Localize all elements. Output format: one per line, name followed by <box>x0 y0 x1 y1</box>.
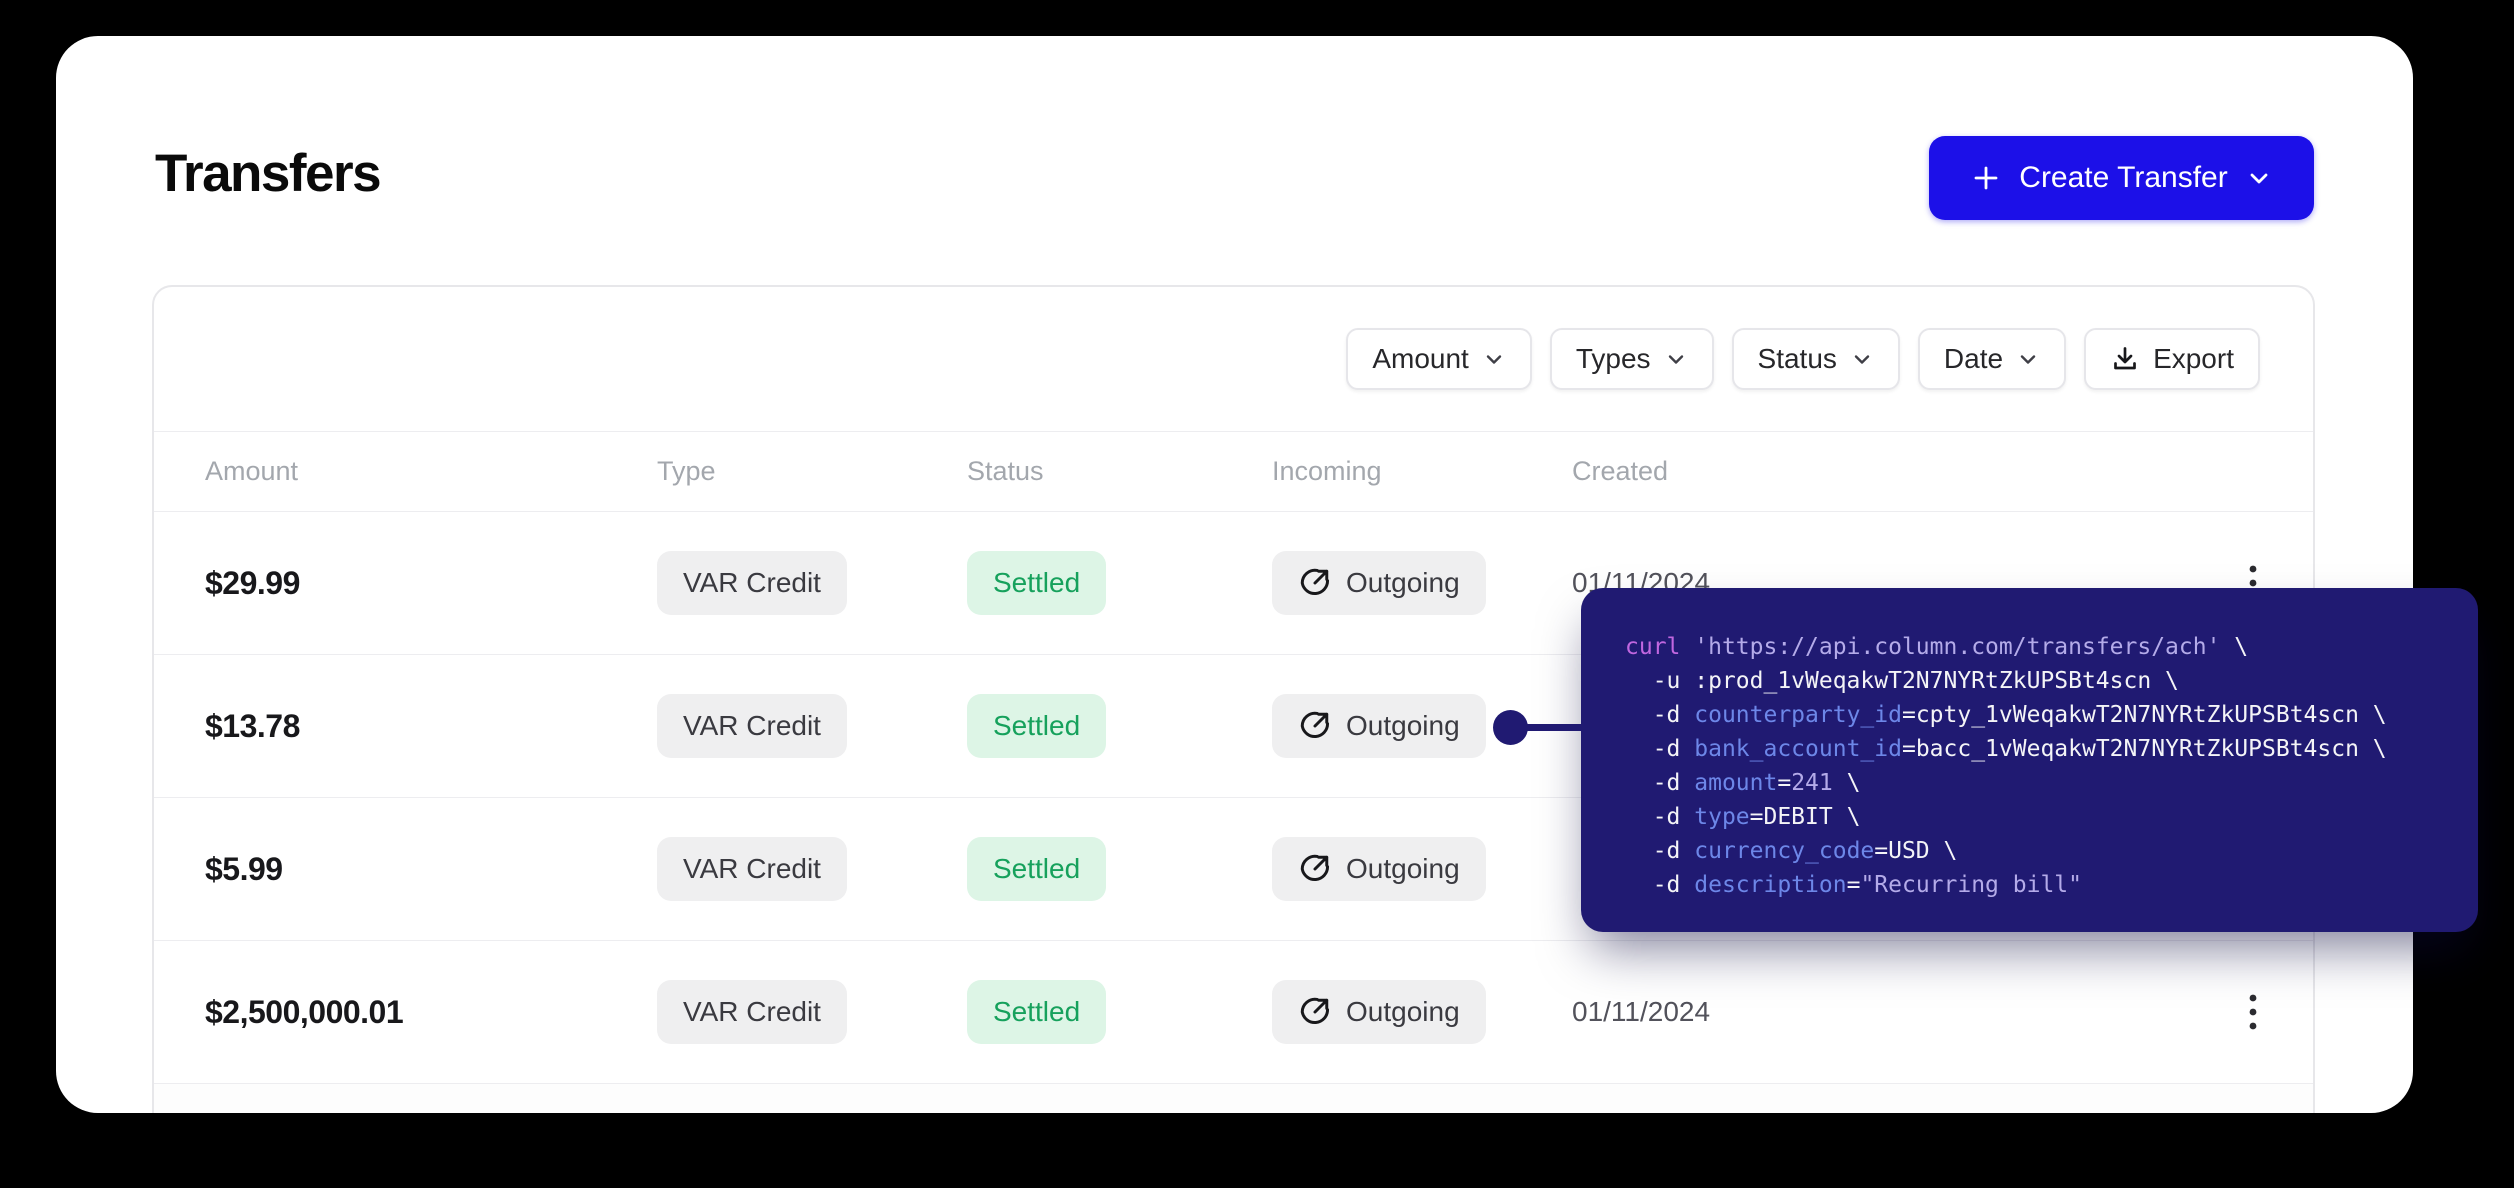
create-transfer-label: Create Transfer <box>2019 161 2227 195</box>
filter-button-types[interactable]: Types <box>1550 328 1714 390</box>
column-header-incoming: Incoming <box>1272 456 1572 487</box>
row-amount: $13.78 <box>205 708 657 745</box>
type-badge-label: VAR Credit <box>683 853 821 885</box>
filter-button-amount[interactable]: Amount <box>1346 328 1532 390</box>
status-badge-label: Settled <box>993 567 1080 599</box>
column-header-type: Type <box>657 456 967 487</box>
chevron-down-icon <box>1482 347 1506 371</box>
outgoing-arrow-circle-icon <box>1298 566 1332 600</box>
row-amount: $5.99 <box>205 851 657 888</box>
status-badge: Settled <box>967 694 1106 758</box>
create-transfer-button[interactable]: Create Transfer <box>1929 136 2314 220</box>
table-row[interactable]: $2,500,000.01 VAR Credit Settled Outgoin… <box>154 941 2313 1084</box>
filter-label: Amount <box>1372 343 1469 375</box>
type-badge: VAR Credit <box>657 694 847 758</box>
row-amount: $29.99 <box>205 565 657 602</box>
direction-badge: Outgoing <box>1272 837 1486 901</box>
chevron-down-icon <box>1850 347 1874 371</box>
direction-badge: Outgoing <box>1272 551 1486 615</box>
code-line: curl 'https://api.column.com/transfers/a… <box>1625 630 2478 664</box>
chevron-down-icon <box>2245 164 2273 192</box>
type-badge: VAR Credit <box>657 837 847 901</box>
code-line: -d currency_code=USD \ <box>1625 834 2478 868</box>
tooltip-connector-dot <box>1493 710 1528 745</box>
status-badge: Settled <box>967 837 1106 901</box>
code-line: -d type=DEBIT \ <box>1625 800 2478 834</box>
curl-code-tooltip: curl 'https://api.column.com/transfers/a… <box>1581 588 2478 932</box>
code-line: -d amount=241 \ <box>1625 766 2478 800</box>
direction-badge-label: Outgoing <box>1346 710 1460 742</box>
chevron-down-icon <box>1664 347 1688 371</box>
type-badge: VAR Credit <box>657 551 847 615</box>
column-header-amount: Amount <box>205 456 657 487</box>
kebab-menu-icon <box>2248 993 2258 1031</box>
column-header-status: Status <box>967 456 1272 487</box>
code-line: -d counterparty_id=cpty_1vWeqakwT2N7NYRt… <box>1625 698 2478 732</box>
filter-label: Types <box>1576 343 1651 375</box>
type-badge-label: VAR Credit <box>683 996 821 1028</box>
column-header-created: Created <box>1572 456 2203 487</box>
filter-label: Date <box>1944 343 2003 375</box>
type-badge-label: VAR Credit <box>683 567 821 599</box>
outgoing-arrow-circle-icon <box>1298 852 1332 886</box>
status-badge: Settled <box>967 980 1106 1044</box>
status-badge-label: Settled <box>993 996 1080 1028</box>
row-menu-button[interactable] <box>2233 984 2273 1040</box>
transfers-page: Transfers Create Transfer Amount Types S… <box>56 36 2413 1113</box>
export-button[interactable]: Export <box>2084 328 2260 390</box>
outgoing-arrow-circle-icon <box>1298 709 1332 743</box>
direction-badge: Outgoing <box>1272 694 1486 758</box>
status-badge: Settled <box>967 551 1106 615</box>
status-badge-label: Settled <box>993 710 1080 742</box>
filter-label: Status <box>1758 343 1837 375</box>
status-badge-label: Settled <box>993 853 1080 885</box>
table-row-partial <box>154 1084 2313 1113</box>
direction-badge-label: Outgoing <box>1346 567 1460 599</box>
page-title: Transfers <box>155 143 380 204</box>
filter-button-status[interactable]: Status <box>1732 328 1900 390</box>
chevron-down-icon <box>2016 347 2040 371</box>
outgoing-arrow-circle-icon <box>1298 995 1332 1029</box>
type-badge-label: VAR Credit <box>683 710 821 742</box>
direction-badge-label: Outgoing <box>1346 996 1460 1028</box>
code-line: -u :prod_1vWeqakwT2N7NYRtZkUPSBt4scn \ <box>1625 664 2478 698</box>
filter-button-date[interactable]: Date <box>1918 328 2066 390</box>
row-created: 01/11/2024 <box>1572 996 2203 1028</box>
type-badge: VAR Credit <box>657 980 847 1044</box>
table-toolbar: Amount Types Status Date Export <box>154 287 2313 432</box>
code-line: -d description="Recurring bill" <box>1625 868 2478 902</box>
code-line: -d bank_account_id=bacc_1vWeqakwT2N7NYRt… <box>1625 732 2478 766</box>
row-amount: $2,500,000.01 <box>205 994 657 1031</box>
export-label: Export <box>2153 343 2234 375</box>
direction-badge: Outgoing <box>1272 980 1486 1044</box>
download-icon <box>2110 344 2140 374</box>
direction-badge-label: Outgoing <box>1346 853 1460 885</box>
plus-icon <box>1970 162 2002 194</box>
table-header-row: AmountTypeStatusIncomingCreated <box>154 432 2313 512</box>
